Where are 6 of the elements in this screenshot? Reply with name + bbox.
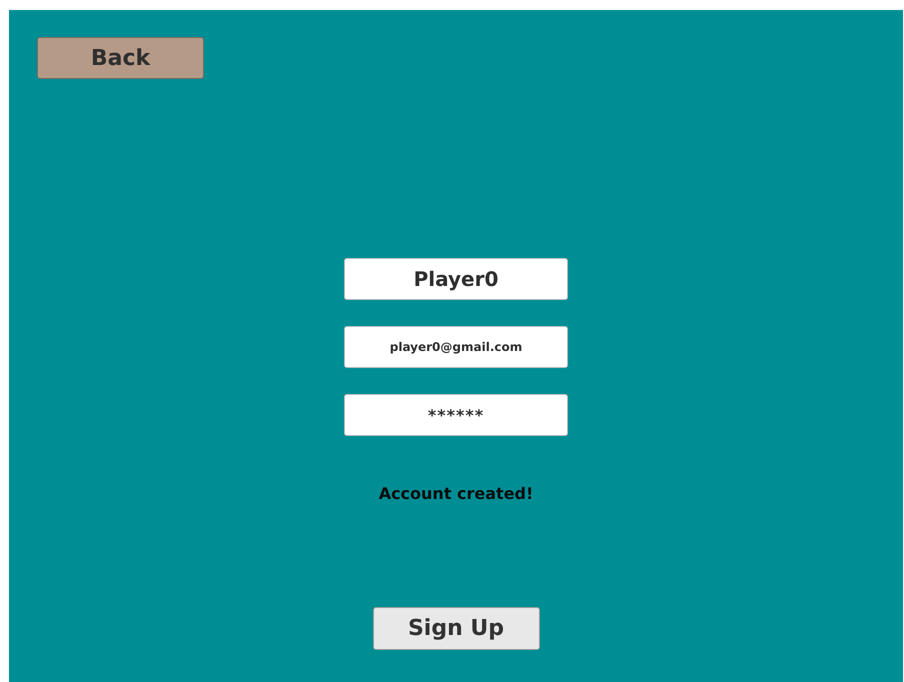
username-field[interactable]: Player0	[344, 258, 568, 300]
email-field[interactable]: player0@gmail.com	[344, 326, 568, 368]
back-button[interactable]: Back	[37, 37, 204, 79]
password-field[interactable]: ******	[344, 394, 568, 436]
status-message: Account created!	[378, 484, 534, 504]
sign-up-button[interactable]: Sign Up	[372, 607, 540, 650]
